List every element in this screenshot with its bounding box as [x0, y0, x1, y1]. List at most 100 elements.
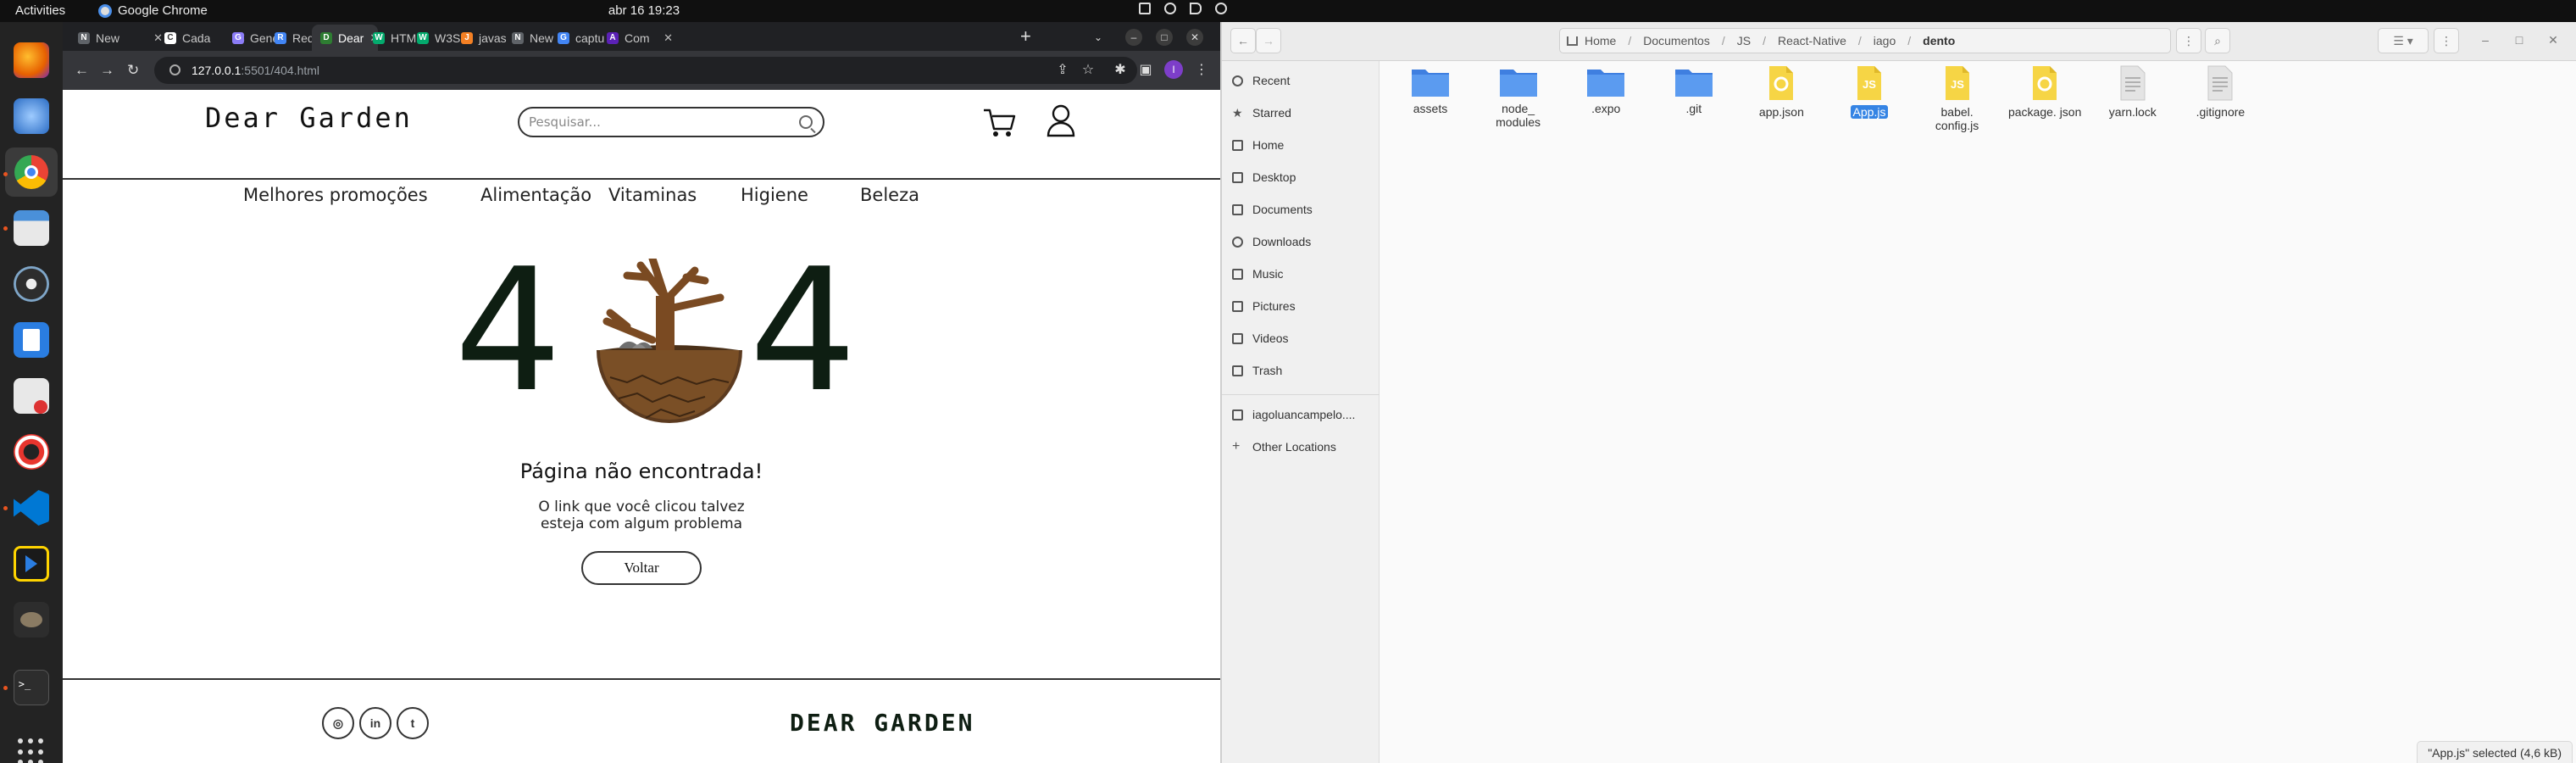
nav-link-promocoes[interactable]: Melhores promoções — [243, 185, 428, 205]
file-name: package. json — [2007, 105, 2082, 119]
user-icon[interactable] — [1046, 103, 1076, 137]
web-page: Dear Garden Pesquisar... Melhores promoç… — [63, 90, 1220, 763]
tab-favicon-icon: G — [232, 31, 244, 44]
maximize-button[interactable]: □ — [2507, 28, 2532, 53]
new-tab-button[interactable]: + — [1020, 25, 1031, 47]
help-icon[interactable] — [14, 434, 49, 470]
path-dento[interactable]: dento — [1923, 34, 1955, 47]
sidebar-item-network-drive[interactable]: iagoluancampelo.... — [1222, 402, 1380, 427]
system-tray[interactable] — [1139, 3, 1227, 14]
sidebar-item-home[interactable]: Home — [1222, 132, 1380, 158]
view-toggle-icon[interactable]: ☰ ▾ — [2378, 28, 2429, 53]
sidebar-item-desktop[interactable]: Desktop — [1222, 164, 1380, 190]
share-icon[interactable]: ⇪ — [1054, 61, 1071, 78]
site-info-icon[interactable] — [169, 64, 180, 75]
search-icon[interactable]: ⌕ — [2205, 28, 2230, 53]
path-js[interactable]: JS — [1737, 34, 1751, 47]
tab-0[interactable]: N New ✕ — [69, 25, 168, 51]
vscode-icon[interactable] — [14, 490, 49, 526]
forward-icon[interactable]: → — [100, 62, 114, 79]
minimize-button[interactable]: – — [2473, 28, 2498, 53]
minimize-button[interactable]: – — [1125, 29, 1142, 46]
tab-10[interactable]: A Com ✕ — [598, 25, 678, 51]
file-item[interactable]: JS babel. config.js — [1917, 64, 1998, 132]
sidebar-item-pictures[interactable]: Pictures — [1222, 293, 1380, 319]
home-icon — [1232, 139, 1243, 151]
address-bar[interactable]: 127.0.0.1:5501/404.html — [154, 57, 1137, 84]
terminal-icon[interactable]: >_ — [14, 670, 49, 705]
cart-icon[interactable] — [982, 107, 1018, 139]
terminal-app-icon[interactable] — [14, 546, 49, 582]
back-icon[interactable]: ← — [1230, 28, 1256, 53]
folder-item[interactable]: node_ modules — [1478, 64, 1559, 129]
writer-icon[interactable] — [14, 322, 49, 358]
bookmark-star-icon[interactable]: ☆ — [1080, 61, 1096, 78]
nav-link-beleza[interactable]: Beleza — [860, 185, 919, 205]
sidebar-item-trash[interactable]: Trash — [1222, 358, 1380, 383]
rhythmbox-icon[interactable] — [14, 266, 49, 302]
instagram-icon[interactable]: ◎ — [322, 707, 354, 739]
clock[interactable]: abr 16 19:23 — [0, 3, 1288, 18]
file-item[interactable]: .gitignore — [2179, 64, 2261, 119]
sidebar-item-music[interactable]: Music — [1222, 261, 1380, 287]
folder-icon — [1412, 70, 1449, 97]
download-icon — [1232, 236, 1243, 248]
maximize-button[interactable]: □ — [1156, 29, 1173, 46]
side-panel-icon[interactable]: ▣ — [1137, 61, 1154, 78]
linkedin-icon[interactable]: in — [359, 707, 391, 739]
sidebar-item-recent[interactable]: Recent — [1222, 68, 1380, 93]
tab-close-icon[interactable]: ✕ — [663, 31, 673, 45]
file-item[interactable]: app.json — [1740, 64, 1822, 119]
path-menu-icon[interactable]: ⋮ — [2176, 28, 2201, 53]
folder-item[interactable]: .expo — [1565, 64, 1646, 115]
path-bar[interactable]: Home / Documentos / JS / React-Native / iago… — [1559, 28, 2171, 53]
js-file-icon: JS — [1857, 66, 1881, 100]
gimp-icon[interactable] — [14, 602, 49, 638]
thunderbird-icon[interactable] — [14, 98, 49, 134]
sidebar-item-videos[interactable]: Videos — [1222, 326, 1380, 351]
path-react-native[interactable]: React-Native — [1778, 34, 1846, 47]
toolbar: ← → ↻ 127.0.0.1:5501/404.html ⇪ ☆ ✱ ▣ I … — [63, 51, 1220, 90]
document-icon — [1232, 203, 1243, 215]
firefox-icon[interactable] — [14, 42, 49, 78]
file-item[interactable]: JS App.js — [1829, 64, 1910, 119]
software-icon[interactable] — [14, 378, 49, 414]
chrome-menu-icon[interactable]: ⋮ — [1193, 61, 1210, 78]
search-input[interactable]: Pesquisar... — [518, 107, 824, 137]
back-icon[interactable]: ← — [75, 62, 89, 79]
search-icon[interactable] — [799, 115, 813, 129]
show-apps-icon[interactable] — [18, 738, 45, 763]
reload-icon[interactable]: ↻ — [127, 62, 139, 79]
sidebar-item-other-locations[interactable]: + Other Locations — [1222, 434, 1380, 459]
close-window-button[interactable]: ✕ — [1186, 29, 1203, 46]
file-name: yarn.lock — [2108, 105, 2157, 119]
sidebar-item-downloads[interactable]: Downloads — [1222, 229, 1380, 254]
nav-link-vitaminas[interactable]: Vitaminas — [608, 185, 697, 205]
nav-link-higiene[interactable]: Higiene — [741, 185, 808, 205]
back-button[interactable]: Voltar — [581, 551, 702, 585]
profile-avatar[interactable]: I — [1164, 60, 1183, 79]
extensions-icon[interactable]: ✱ — [1112, 61, 1129, 78]
nav-link-alimentacao[interactable]: Alimentação — [480, 185, 591, 205]
json-file-icon — [1769, 66, 1794, 100]
sidebar-item-starred[interactable]: ★ Starred — [1222, 100, 1380, 125]
chrome-icon[interactable] — [5, 148, 58, 197]
files-icon[interactable] — [14, 210, 49, 246]
path-documentos[interactable]: Documentos — [1643, 34, 1710, 47]
twitter-icon[interactable]: t — [397, 707, 429, 739]
sidebar-item-documents[interactable]: Documents — [1222, 197, 1380, 222]
folder-item[interactable]: .git — [1653, 64, 1735, 115]
path-iago[interactable]: iago — [1874, 34, 1896, 47]
file-item[interactable]: yarn.lock — [2092, 64, 2174, 119]
path-home[interactable]: Home — [1585, 34, 1616, 47]
close-window-button[interactable]: ✕ — [2540, 28, 2566, 53]
sidebar-label: Home — [1252, 138, 1285, 152]
forward-icon[interactable]: → — [1256, 28, 1281, 53]
tab-search-icon[interactable]: ⌄ — [1090, 29, 1107, 46]
category-nav: Melhores promoções Alimentação Vitaminas… — [63, 185, 1220, 219]
tab-favicon-icon: W — [373, 31, 385, 44]
file-item[interactable]: package. json — [2004, 64, 2085, 119]
site-brand[interactable]: Dear Garden — [205, 102, 413, 134]
folder-item[interactable]: assets — [1390, 64, 1471, 115]
main-menu-icon[interactable]: ⋮ — [2434, 28, 2459, 53]
